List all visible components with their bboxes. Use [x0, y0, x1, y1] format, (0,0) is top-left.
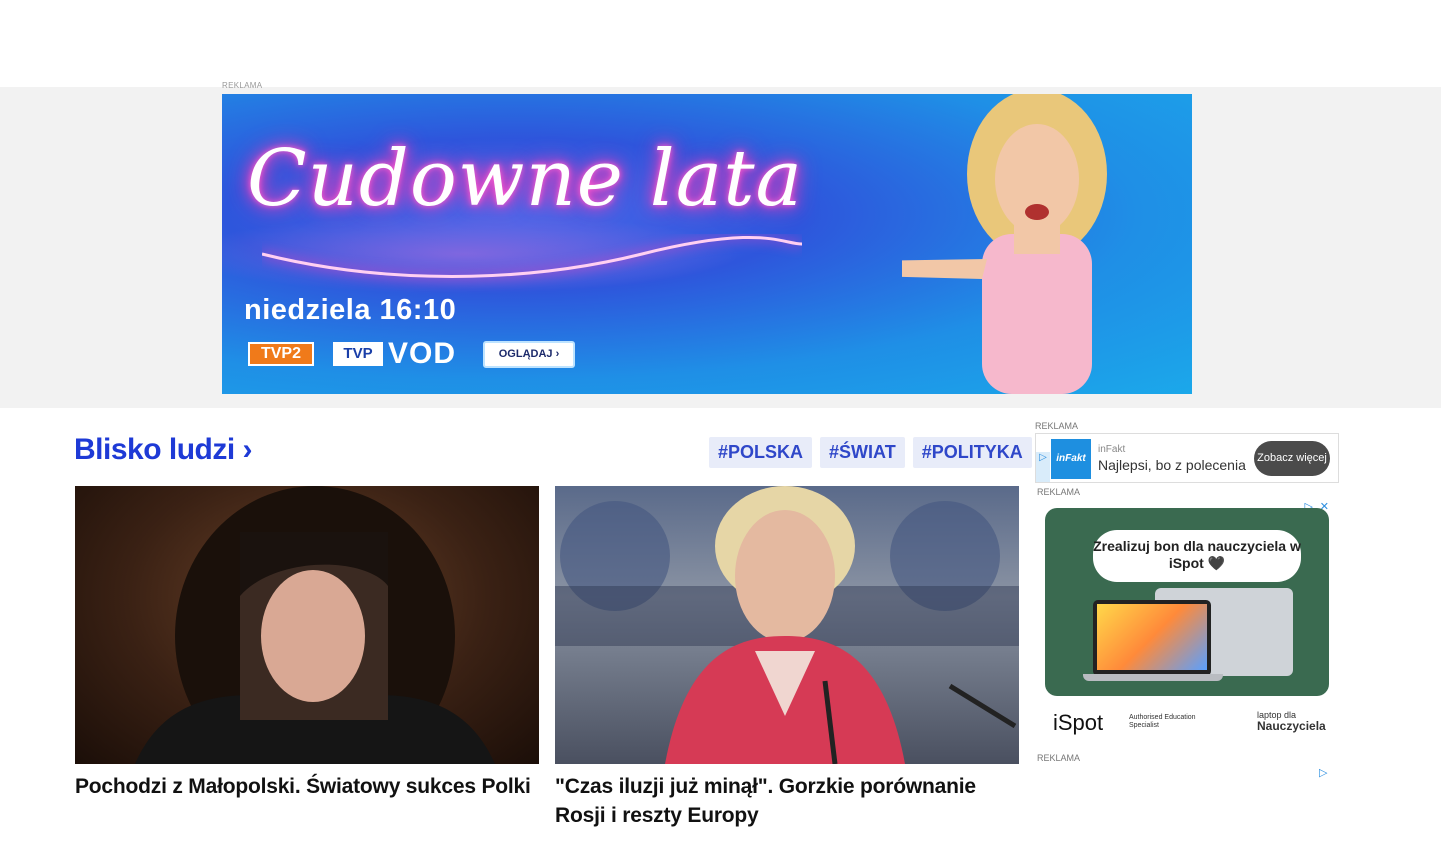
adchoices-icon[interactable]: ▷	[1036, 452, 1050, 482]
tvp-logo: TVP	[333, 342, 383, 366]
laptop-big-text: Nauczyciela	[1257, 719, 1326, 733]
article-card[interactable]: Pochodzi z Małopolski. Światowy sukces P…	[75, 486, 539, 801]
tag-swiat[interactable]: #ŚWIAT	[820, 437, 905, 468]
infakt-logo: inFakt	[1051, 439, 1091, 479]
ad-label: REKLAMA	[222, 81, 263, 90]
watch-button[interactable]: OGLĄDAJ ›	[483, 341, 575, 368]
presenter-image	[902, 94, 1107, 394]
apple-specialist-text: Authorised Education Specialist	[1129, 714, 1196, 729]
tag-polityka[interactable]: #POLITYKA	[912, 437, 1032, 468]
neon-curve	[262, 235, 802, 278]
ad-label: REKLAMA	[1037, 753, 1081, 763]
article-headline[interactable]: Pochodzi z Małopolski. Światowy sukces P…	[75, 772, 539, 801]
ad-message: Najlepsi, bo z polecenia	[1098, 457, 1246, 473]
ad-bubble: Zrealizuj bon dla nauczyciela w iSpot 🖤	[1093, 530, 1301, 582]
banner-title: Cudowne lata	[247, 134, 804, 224]
adchoices-icon[interactable]: ▷	[1319, 766, 1327, 779]
section-title[interactable]: Blisko ludzi ›	[74, 433, 253, 467]
top-blank-area	[0, 0, 1441, 87]
tag-polska[interactable]: #POLSKA	[709, 437, 813, 468]
article-headline[interactable]: "Czas iluzji już minął". Gorzkie porówna…	[555, 772, 1019, 830]
ispot-logo: iSpot	[1053, 710, 1104, 735]
tvp2-logo: TVP2	[248, 342, 314, 366]
tvp-banner-ad[interactable]: Cudowne lata niedziela 16:10 TVP2 TVP VO…	[222, 94, 1192, 394]
see-more-button[interactable]: Zobacz więcej	[1254, 441, 1330, 476]
ad-label: REKLAMA	[1037, 487, 1081, 497]
vod-logo: VOD	[388, 337, 457, 370]
portrait-image	[555, 486, 1019, 764]
infakt-ad[interactable]: ▷ inFakt inFakt Najlepsi, bo z polecenia…	[1035, 433, 1339, 483]
banner-schedule: niedziela 16:10	[244, 294, 457, 326]
ispot-ad[interactable]: ▷ ✕ Zrealizuj bon dla nauczyciela w iSpo…	[1035, 498, 1339, 748]
ad-label: REKLAMA	[1035, 421, 1079, 431]
tag-list: #POLSKA #ŚWIAT #POLITYKA	[709, 437, 1032, 468]
laptop-teacher-logo: laptop dla Nauczyciela	[1257, 710, 1326, 733]
laptop-image	[1093, 600, 1211, 676]
article-image[interactable]	[75, 486, 539, 764]
portrait-image	[135, 486, 495, 764]
article-card[interactable]: "Czas iluzji już minął". Gorzkie porówna…	[555, 486, 1019, 830]
laptop-base	[1083, 674, 1223, 681]
ad-brand: inFakt	[1098, 444, 1126, 455]
article-image[interactable]	[555, 486, 1019, 764]
